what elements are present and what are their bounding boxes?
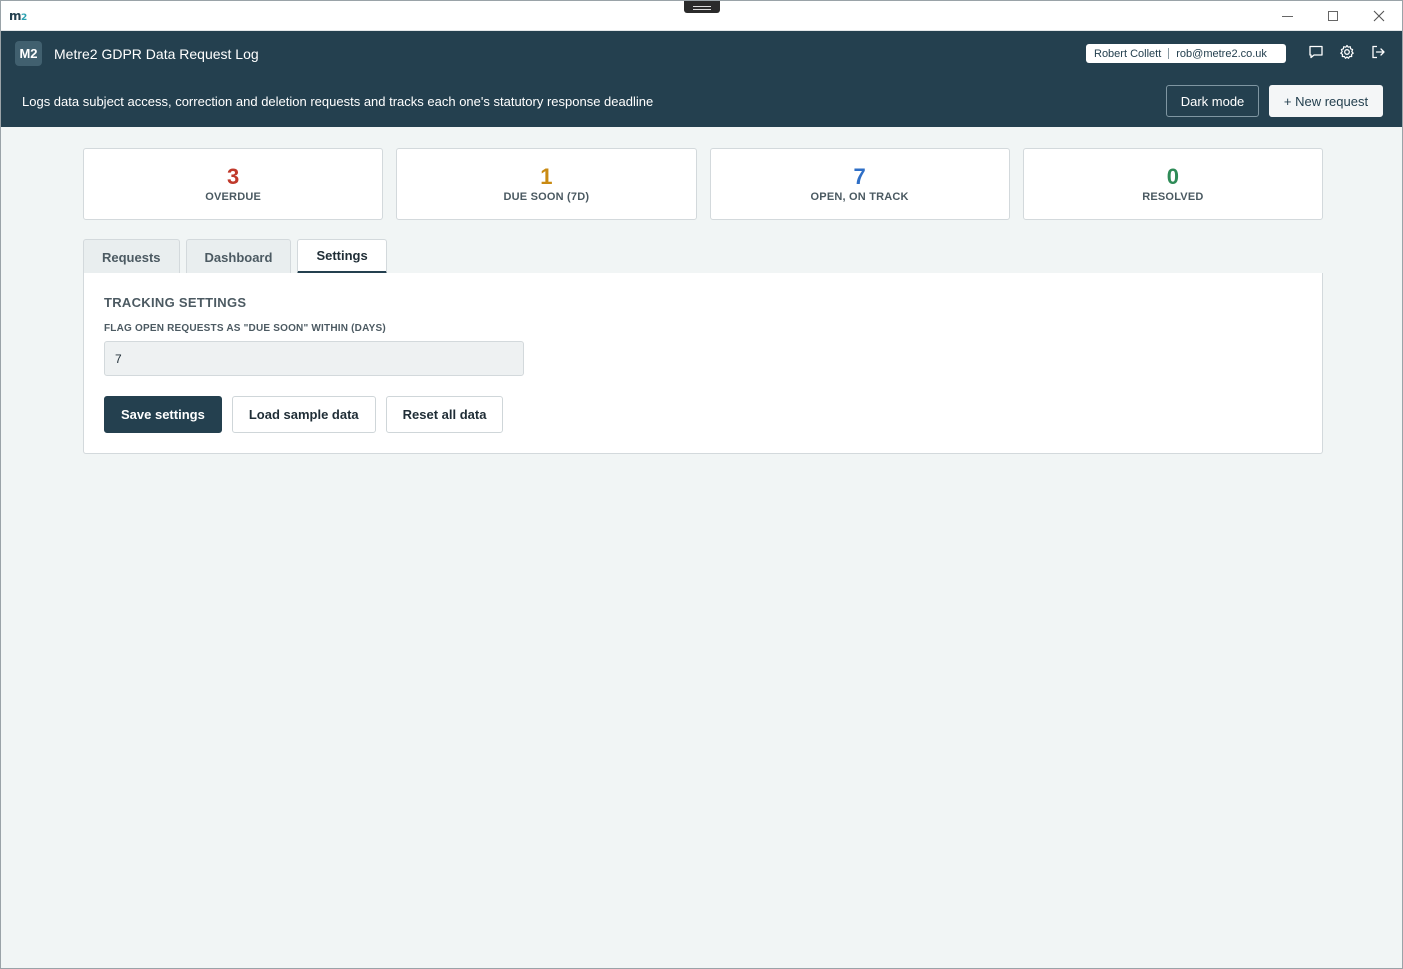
minimize-button[interactable] [1264, 1, 1310, 31]
tab-settings[interactable]: Settings [297, 239, 387, 274]
user-email: rob@metre2.co.uk [1176, 47, 1267, 60]
brand: M2 Metre2 GDPR Data Request Log [15, 41, 259, 66]
gear-icon [1340, 44, 1354, 59]
tab-dashboard[interactable]: Dashboard [185, 239, 292, 274]
new-request-button[interactable]: + New request [1269, 85, 1383, 117]
stat-card-due-soon: 1 DUE SOON (7D) [396, 148, 697, 220]
header-actions [1307, 43, 1387, 61]
app-title: Metre2 GDPR Data Request Log [54, 45, 259, 62]
dark-mode-button[interactable]: Dark mode [1166, 85, 1259, 117]
stat-label: OPEN, ON TRACK [810, 191, 909, 203]
close-icon [1373, 10, 1385, 22]
settings-panel: TRACKING SETTINGS FLAG OPEN REQUESTS AS … [83, 273, 1323, 454]
chat-button[interactable] [1307, 43, 1325, 61]
stat-card-overdue: 3 OVERDUE [83, 148, 384, 220]
window-controls [1264, 1, 1402, 31]
stat-value: 1 [540, 164, 553, 189]
brand-badge: M2 [15, 41, 42, 66]
stat-value: 7 [853, 164, 866, 189]
stat-value: 3 [227, 164, 240, 189]
drag-handle[interactable] [684, 1, 720, 13]
stat-label: OVERDUE [205, 191, 262, 203]
stat-label: DUE SOON (7D) [503, 191, 590, 203]
reset-all-data-button[interactable]: Reset all data [385, 396, 504, 433]
settings-actions: Save settings Load sample data Reset all… [104, 396, 504, 433]
stat-label: RESOLVED [1142, 191, 1204, 203]
chat-icon [1309, 45, 1323, 59]
app-header: M2 Metre2 GDPR Data Request Log Robert C… [1, 31, 1402, 127]
maximize-button[interactable] [1310, 1, 1356, 31]
logout-icon [1372, 45, 1385, 59]
logout-button[interactable] [1369, 43, 1387, 61]
save-settings-button[interactable]: Save settings [104, 396, 222, 433]
load-sample-data-button[interactable]: Load sample data [231, 396, 376, 433]
maximize-icon [1328, 11, 1338, 21]
tab-requests[interactable]: Requests [83, 239, 180, 274]
user-name: Robert Collett [1094, 47, 1162, 60]
stat-card-resolved: 0 RESOLVED [1022, 148, 1323, 220]
close-button[interactable] [1356, 1, 1402, 31]
app-subtitle: Logs data subject access, correction and… [22, 94, 654, 109]
minimize-icon [1281, 15, 1293, 17]
settings-heading: TRACKING SETTINGS [104, 295, 247, 310]
window-titlebar: m2 [1, 1, 1402, 31]
settings-button[interactable] [1338, 43, 1356, 61]
tab-bar: Requests Dashboard Settings [83, 239, 387, 274]
user-chip-divider [1168, 48, 1170, 59]
stat-value: 0 [1166, 164, 1179, 189]
stat-card-open-on-track: 7 OPEN, ON TRACK [709, 148, 1010, 220]
stats-row: 3 OVERDUE 1 DUE SOON (7D) 7 OPEN, ON TRA… [83, 148, 1323, 220]
due-soon-label: FLAG OPEN REQUESTS AS "DUE SOON" WITHIN … [104, 323, 386, 334]
window-logo: m2 [9, 8, 27, 23]
due-soon-days-input[interactable] [104, 341, 524, 376]
user-chip: Robert Collett rob@metre2.co.uk [1086, 44, 1286, 63]
